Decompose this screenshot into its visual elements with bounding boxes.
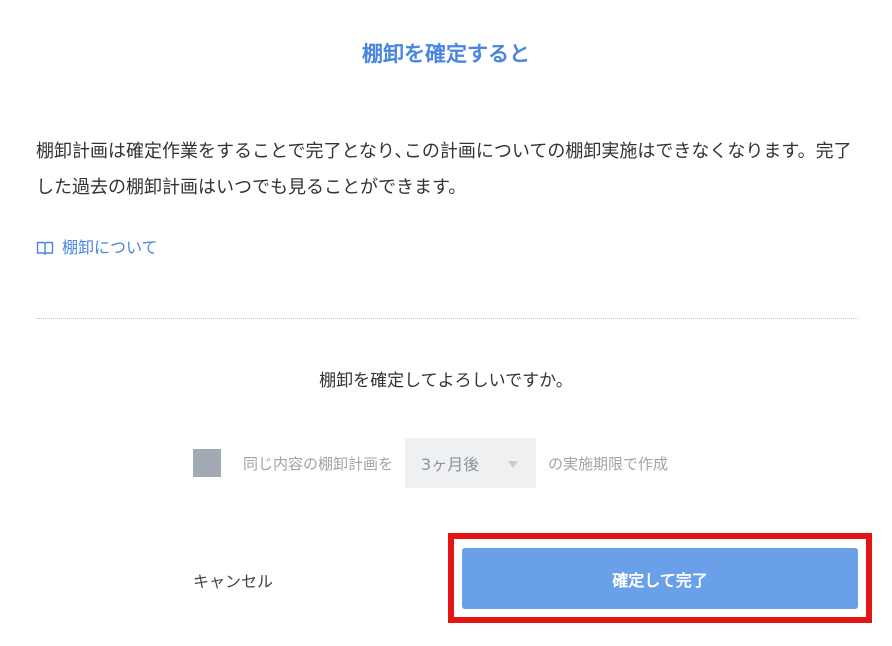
confirm-question: 棚卸を確定してよろしいですか。 (319, 371, 573, 391)
repeat-plan-prefix: 同じ内容の棚卸計画を (243, 454, 394, 473)
confirm-dialog: 棚卸を確定すると 棚卸計画は確定作業をすることで完了となり､この計画についての棚… (0, 0, 892, 646)
confirm-complete-button[interactable]: 確定して完了 (462, 548, 858, 609)
dialog-description: 棚卸計画は確定作業をすることで完了となり､この計画についての棚卸実施はできなくな… (36, 141, 852, 198)
divider (36, 318, 858, 319)
repeat-interval-value: 3ヶ月後 (421, 455, 480, 474)
cancel-button[interactable]: キャンセル (150, 556, 316, 604)
repeat-plan-row: 同じ内容の棚卸計画を 3ヶ月後 の実施期限で作成 (193, 438, 668, 488)
help-link-label: 棚卸について (62, 238, 158, 257)
repeat-plan-suffix: の実施期限で作成 (548, 454, 669, 473)
chevron-down-icon (508, 461, 519, 468)
repeat-plan-checkbox[interactable] (193, 449, 221, 477)
repeat-interval-select[interactable]: 3ヶ月後 (405, 438, 537, 488)
dialog-title: 棚卸を確定すると (362, 42, 530, 66)
book-icon (36, 240, 54, 256)
help-link[interactable]: 棚卸について (36, 236, 158, 260)
